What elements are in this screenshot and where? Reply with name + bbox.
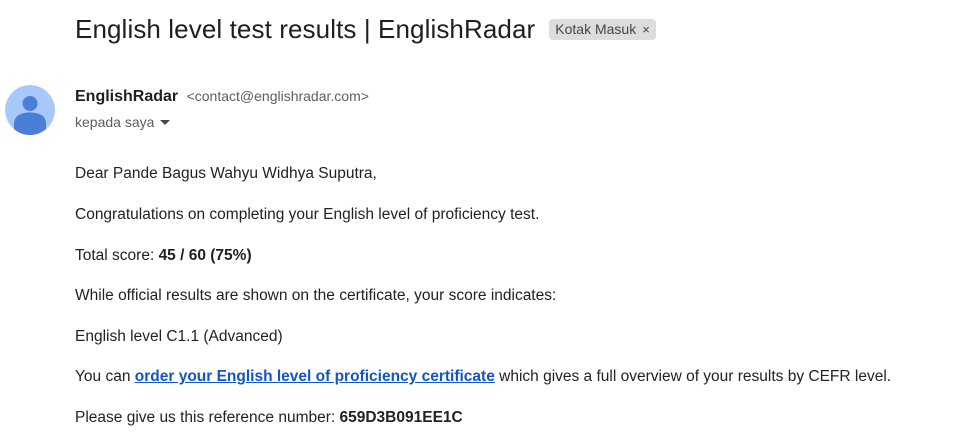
sender-info: EnglishRadar <contact@englishradar.com> xyxy=(75,88,369,106)
recipient-text: kepada saya xyxy=(75,114,155,130)
reference-number: 659D3B091EE1C xyxy=(339,409,463,426)
score-prefix: Total score: xyxy=(75,247,159,264)
score-value: 45 / 60 (75%) xyxy=(158,247,252,264)
subject-row: English level test results | EnglishRada… xyxy=(75,14,656,45)
body-congrats: Congratulations on completing your Engli… xyxy=(75,206,540,223)
body-reference: Please give us this reference number: 65… xyxy=(75,409,463,427)
sender-name[interactable]: EnglishRadar xyxy=(75,88,178,105)
email-view: English level test results | EnglishRada… xyxy=(0,0,958,437)
remove-label-icon[interactable]: × xyxy=(642,22,650,37)
body-cta: You can order your English level of prof… xyxy=(75,368,891,386)
sender-avatar[interactable] xyxy=(5,85,55,135)
chevron-down-icon[interactable] xyxy=(160,119,171,125)
label-chip-text: Kotak Masuk xyxy=(555,21,637,37)
person-avatar-icon xyxy=(5,85,55,135)
cta-prefix: You can xyxy=(75,368,135,385)
cta-suffix: which gives a full overview of your resu… xyxy=(494,368,892,385)
body-greeting: Dear Pande Bagus Wahyu Widhya Suputra, xyxy=(75,165,377,182)
reference-prefix: Please give us this reference number: xyxy=(75,409,340,426)
order-certificate-link[interactable]: order your English level of proficiency … xyxy=(135,368,495,385)
body-score: Total score: 45 / 60 (75%) xyxy=(75,247,252,265)
body-level: English level C1.1 (Advanced) xyxy=(75,328,283,345)
body-note: While official results are shown on the … xyxy=(75,287,557,304)
email-subject: English level test results | EnglishRada… xyxy=(75,14,536,44)
recipient-details-toggle[interactable]: kepada saya xyxy=(75,114,171,130)
sender-email: <contact@englishradar.com> xyxy=(186,88,369,104)
label-chip-inbox[interactable]: Kotak Masuk × xyxy=(549,19,656,40)
